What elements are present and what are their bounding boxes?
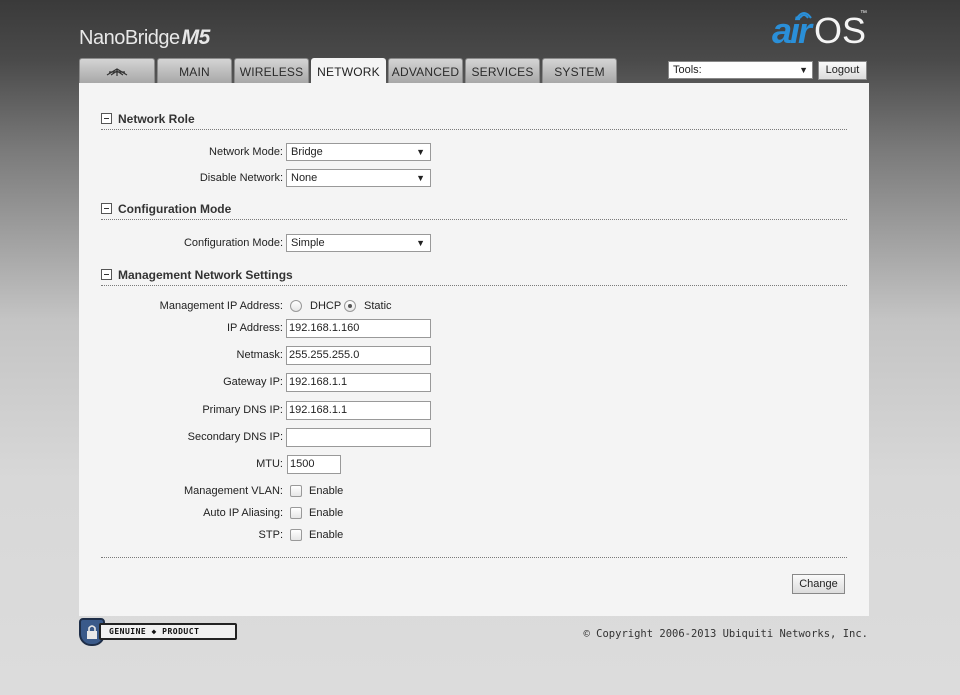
genuine-product-text: GENUINE ◆ PRODUCT: [99, 623, 237, 640]
secondary-dns-label: Secondary DNS IP:: [187, 431, 283, 443]
device-name: NanoBridgeM5: [79, 26, 210, 50]
ip-address-row: IP Address: 192.168.1.160: [79, 319, 869, 339]
tools-dropdown[interactable]: Tools: ▼: [668, 61, 813, 79]
secondary-dns-input[interactable]: [286, 428, 431, 447]
collapse-icon[interactable]: [101, 269, 112, 280]
logo-air-text: air: [772, 10, 812, 51]
device-name-text: NanoBridge: [79, 27, 180, 49]
network-settings-panel: Network Role Network Mode: Bridge ▼ Disa…: [79, 83, 869, 616]
config-mode-select[interactable]: Simple ▼: [286, 234, 431, 252]
mtu-input[interactable]: 1500: [287, 455, 341, 474]
stp-checkbox[interactable]: [290, 529, 302, 541]
static-label: Static: [364, 300, 392, 312]
ubiquiti-logo-icon: [106, 68, 128, 76]
dhcp-radio[interactable]: [290, 300, 302, 312]
logout-button[interactable]: Logout: [818, 61, 867, 80]
disable-network-label: Disable Network:: [199, 172, 283, 184]
divider: [101, 557, 847, 558]
tab-network[interactable]: NETWORK: [311, 58, 386, 84]
section-title: Configuration Mode: [118, 202, 232, 216]
copyright-text: © Copyright 2006-2013 Ubiquiti Networks,…: [583, 628, 868, 640]
primary-dns-row: Primary DNS IP: 192.168.1.1: [79, 401, 869, 421]
section-title: Network Role: [118, 112, 195, 126]
collapse-icon[interactable]: [101, 203, 112, 214]
disable-network-value: None: [291, 172, 318, 184]
tools-dropdown-value: Tools:: [673, 64, 702, 76]
tab-ubiquiti-logo[interactable]: [79, 58, 155, 84]
ip-address-input[interactable]: 192.168.1.160: [286, 319, 431, 338]
gateway-row: Gateway IP: 192.168.1.1: [79, 373, 869, 393]
static-radio[interactable]: [344, 300, 356, 312]
chevron-down-icon: ▼: [416, 173, 425, 183]
netmask-label: Netmask:: [236, 349, 283, 361]
netmask-row: Netmask: 255.255.255.0: [79, 346, 869, 366]
network-mode-row: Network Mode: Bridge ▼: [79, 143, 869, 163]
collapse-icon[interactable]: [101, 113, 112, 124]
mgmt-ip-row: Management IP Address: DHCP Static: [79, 297, 869, 317]
tab-advanced[interactable]: ADVANCED: [388, 58, 463, 84]
network-mode-value: Bridge: [291, 146, 323, 158]
section-management-network: Management Network Settings: [101, 268, 847, 286]
ip-address-label: IP Address:: [226, 322, 283, 334]
logo-os-text: OS: [814, 10, 867, 51]
auto-ip-aliasing-enable-label: Enable: [309, 507, 344, 519]
mgmt-vlan-checkbox[interactable]: [290, 485, 302, 497]
primary-dns-label: Primary DNS IP:: [202, 404, 283, 416]
tab-wireless[interactable]: WIRELESS: [234, 58, 309, 84]
chevron-down-icon: ▼: [799, 65, 808, 75]
mgmt-vlan-label: Management VLAN:: [183, 485, 283, 497]
config-mode-row: Configuration Mode: Simple ▼: [79, 234, 869, 254]
tab-main[interactable]: MAIN: [157, 58, 232, 84]
tab-services[interactable]: SERVICES: [465, 58, 540, 84]
change-button[interactable]: Change: [792, 574, 845, 594]
gateway-label: Gateway IP:: [223, 376, 283, 388]
network-mode-select[interactable]: Bridge ▼: [286, 143, 431, 161]
disable-network-row: Disable Network: None ▼: [79, 169, 869, 189]
netmask-input[interactable]: 255.255.255.0: [286, 346, 431, 365]
mgmt-ip-label: Management IP Address:: [159, 300, 283, 312]
device-model: M5: [181, 26, 211, 49]
mtu-row: MTU: 1500: [79, 455, 869, 475]
mgmt-vlan-enable-label: Enable: [309, 485, 344, 497]
mgmt-vlan-row: Management VLAN: Enable: [79, 482, 869, 502]
gateway-input[interactable]: 192.168.1.1: [286, 373, 431, 392]
network-mode-label: Network Mode:: [209, 146, 283, 158]
mtu-label: MTU:: [256, 458, 283, 470]
auto-ip-aliasing-label: Auto IP Aliasing:: [203, 507, 283, 519]
section-configuration-mode: Configuration Mode: [101, 202, 847, 220]
stp-enable-label: Enable: [309, 529, 344, 541]
disable-network-select[interactable]: None ▼: [286, 169, 431, 187]
main-tabs: MAIN WIRELESS NETWORK ADVANCED SERVICES …: [79, 58, 619, 84]
genuine-product-badge: GENUINE ◆ PRODUCT: [79, 618, 239, 646]
section-network-role: Network Role: [101, 112, 847, 130]
config-mode-label: Configuration Mode:: [183, 237, 283, 249]
dhcp-label: DHCP: [310, 300, 342, 312]
chevron-down-icon: ▼: [416, 238, 425, 248]
primary-dns-input[interactable]: 192.168.1.1: [286, 401, 431, 420]
auto-ip-aliasing-checkbox[interactable]: [290, 507, 302, 519]
config-mode-value: Simple: [291, 237, 325, 249]
logo-trademark: ™: [860, 10, 867, 17]
auto-ip-aliasing-row: Auto IP Aliasing: Enable: [79, 504, 869, 524]
secondary-dns-row: Secondary DNS IP:: [79, 428, 869, 448]
chevron-down-icon: ▼: [416, 147, 425, 157]
tab-system[interactable]: SYSTEM: [542, 58, 617, 84]
section-title: Management Network Settings: [118, 268, 293, 282]
stp-row: STP: Enable: [79, 526, 869, 546]
airos-logo: air OS ™: [770, 6, 870, 52]
stp-label: STP:: [258, 529, 283, 541]
